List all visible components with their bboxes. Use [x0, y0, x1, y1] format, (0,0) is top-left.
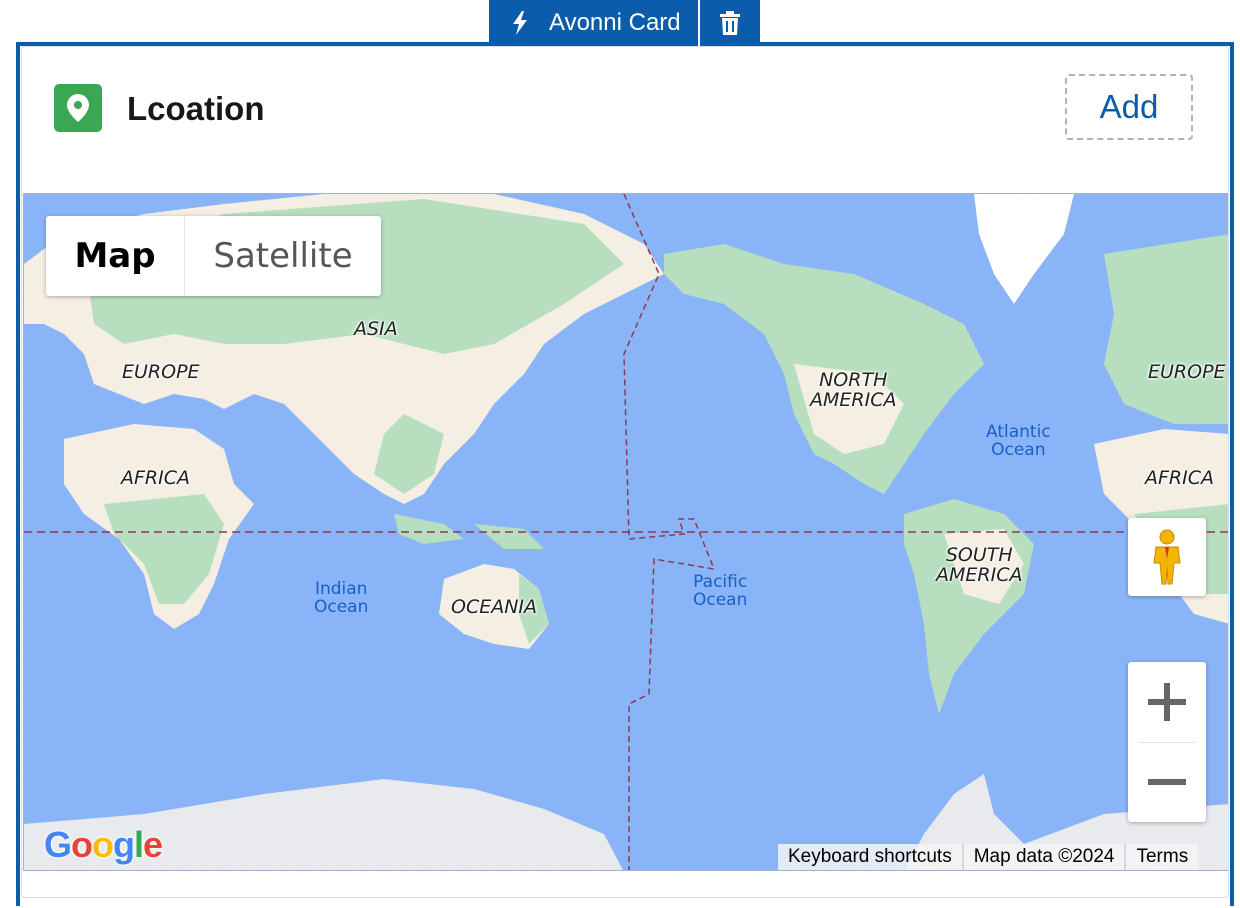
label-indian-ocean: Indian Ocean	[314, 579, 369, 617]
pegman-icon	[1153, 529, 1181, 585]
label-north-america: NORTH AMERICA	[810, 369, 897, 411]
label-pacific-ocean: Pacific Ocean	[693, 572, 748, 610]
label-asia: ASIA	[354, 318, 398, 340]
builder-tab: Avonni Card	[489, 0, 760, 46]
zoom-in-button[interactable]	[1128, 662, 1206, 742]
card-header: Lcoation Add	[22, 47, 1228, 193]
map-type-map-button[interactable]: Map	[46, 216, 185, 296]
zoom-divider	[1138, 742, 1196, 743]
card-component-label[interactable]: Avonni Card	[489, 0, 698, 46]
label-europe-left: EUROPE	[122, 361, 200, 383]
terms-link[interactable]: Terms	[1124, 844, 1199, 870]
add-button[interactable]: Add	[1065, 74, 1193, 140]
zoom-control	[1128, 662, 1206, 822]
map-data-attribution: Map data ©2024	[961, 844, 1125, 870]
location-pin-icon	[54, 84, 102, 132]
label-south-america: SOUTH AMERICA	[936, 544, 1023, 586]
label-africa-left: AFRICA	[121, 467, 190, 489]
minus-icon	[1148, 779, 1186, 785]
label-atlantic-ocean: Atlantic Ocean	[986, 422, 1051, 460]
zoom-out-button[interactable]	[1128, 742, 1206, 822]
map-type-control: Map Satellite	[46, 216, 381, 296]
label-africa-right: AFRICA	[1145, 467, 1214, 489]
label-oceania: OCEANIA	[451, 596, 538, 618]
map-view[interactable]: Map Satellite ASIA EUROPE EUROPE AFRICA …	[23, 193, 1228, 871]
map-type-satellite-button[interactable]: Satellite	[185, 216, 381, 296]
plus-icon	[1148, 683, 1186, 721]
google-logo[interactable]: Google	[44, 824, 163, 866]
lightning-bolt-icon	[513, 11, 527, 35]
keyboard-shortcuts-link[interactable]: Keyboard shortcuts	[778, 844, 962, 870]
trash-icon	[720, 11, 740, 35]
map-attribution: Keyboard shortcuts Map data ©2024 Terms	[778, 844, 1199, 870]
card-title: Lcoation	[127, 90, 265, 127]
location-card: Lcoation Add Map Satellite ASIA EUROPE E…	[21, 46, 1229, 898]
delete-component-button[interactable]	[700, 0, 760, 46]
card-component-name: Avonni Card	[549, 9, 681, 36]
street-view-pegman[interactable]	[1128, 518, 1206, 596]
label-europe-right: EUROPE	[1148, 361, 1226, 383]
